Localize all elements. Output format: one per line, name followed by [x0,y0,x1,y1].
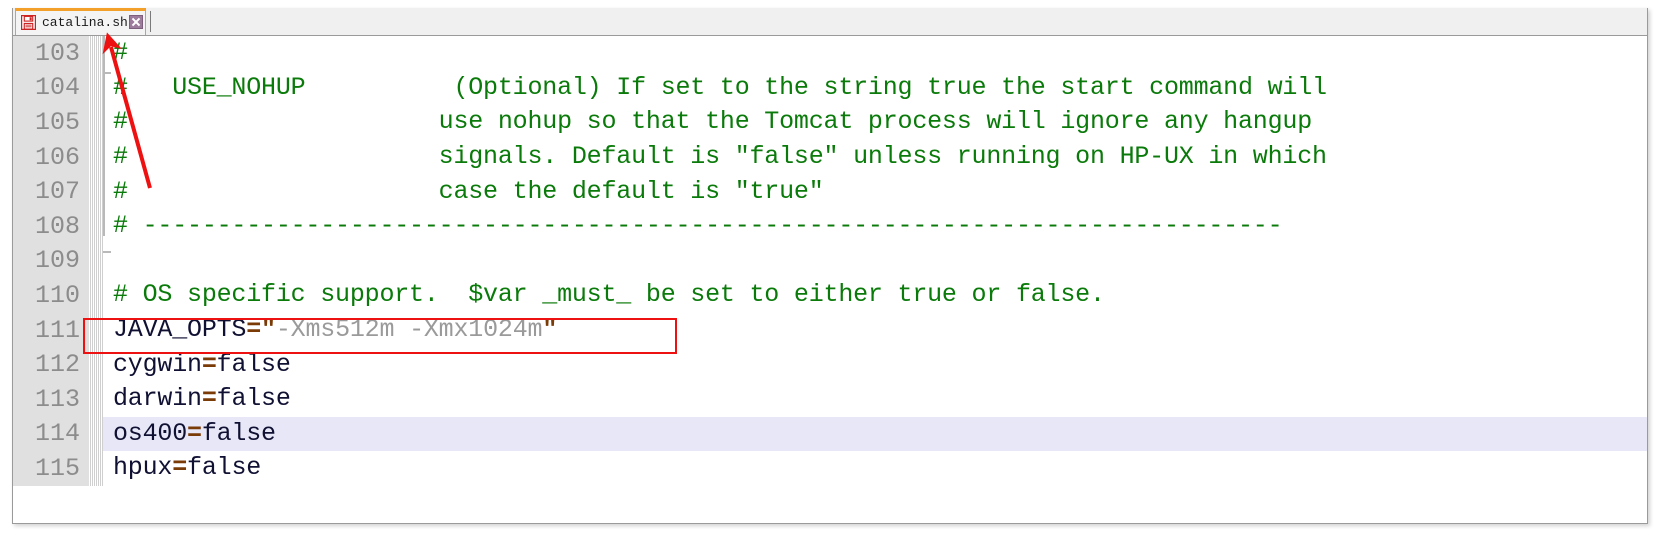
tab-label: catalina.sh [42,14,128,30]
gutter-separator [89,451,103,486]
code-line-text[interactable]: darwin = false [103,382,1647,417]
code-token-op: = [187,418,202,448]
code-fold-cap-bottom [103,251,111,253]
gutter-separator [89,416,103,452]
code-line-text[interactable]: # OS specific support. $var _must_ be se… [103,278,1647,313]
code-line[interactable]: 108 # -----------------------------------… [13,208,1647,244]
gutter-separator [89,70,103,106]
line-number: 108 [13,208,89,244]
code-token-plain: darwin [113,384,202,414]
code-line[interactable]: 104 # USE_NOHUP (Optional) If set to the … [13,70,1647,106]
code-token-comment: # [113,38,128,68]
line-number: 112 [13,347,89,382]
code-area[interactable]: 103 #104 # USE_NOHUP (Optional) If set to … [13,36,1647,523]
gutter-separator [89,105,103,140]
code-line[interactable]: 110 # OS specific support. $var _must_ be… [13,278,1647,313]
code-line-text[interactable]: os400 = false [103,416,1647,452]
gutter-separator [89,174,103,209]
code-token-op: = [201,384,217,414]
line-number: 111 [13,312,89,348]
editor-body[interactable]: 103 #104 # USE_NOHUP (Optional) If set to … [13,36,1647,523]
code-line[interactable]: 113 darwin = false [13,381,1647,417]
line-number: 114 [13,416,89,452]
code-line[interactable]: 106 # signals. Default is "false" unless … [13,139,1647,175]
code-fold-cap-top [103,72,111,74]
code-fold-bar [103,36,105,236]
code-token-plain: os400 [113,418,188,448]
editor-window: catalina.sh 103 #104 # USE_NOHUP (Optional… [12,8,1648,524]
code-line-text[interactable]: # signals. Default is "false" unless run… [103,140,1647,175]
code-token-plain: false [201,418,276,448]
code-line-text[interactable]: # [103,36,1647,71]
code-line[interactable]: 115 hpux = false [13,451,1647,486]
gutter-separator [89,381,103,417]
code-token-op: = [172,453,188,483]
gutter-separator [89,243,103,279]
line-number: 103 [13,36,89,71]
code-token-comment: # use nohup so that the Tomcat process w… [113,107,1312,137]
line-number: 115 [13,451,89,486]
floppy-disk-save-icon [21,14,36,30]
tab-catalina-sh[interactable]: catalina.sh [15,8,146,35]
gutter-separator [89,208,103,244]
code-line-text[interactable]: # --------------------------------------… [103,209,1647,244]
close-x-icon[interactable] [128,15,143,29]
code-line-text[interactable]: # case the default is "true" [103,174,1647,209]
gutter-separator [89,278,103,313]
tab-strip-caret [149,11,151,32]
line-number: 104 [13,70,89,106]
code-line[interactable]: 109 [13,243,1647,279]
code-token-comment: # --------------------------------------… [113,211,1283,241]
code-token-comment: # USE_NOHUP (Optional) If set to the str… [113,72,1327,102]
code-token-plain: hpux [113,453,173,483]
code-line-text[interactable]: hpux = false [103,451,1647,486]
code-token-comment: # case the default is "true" [113,176,824,206]
line-number: 110 [13,278,89,313]
gutter-separator [89,139,103,175]
code-line-text[interactable]: # USE_NOHUP (Optional) If set to the str… [103,71,1647,106]
line-number: 105 [13,105,89,140]
code-token-plain: false [187,453,262,483]
line-number: 109 [13,243,89,279]
code-token-comment: # OS specific support. $var _must_ be se… [113,280,1105,310]
tab-strip: catalina.sh [13,8,1647,36]
gutter-separator [89,36,103,71]
screenshot-root: catalina.sh 103 #104 # USE_NOHUP (Optional… [0,0,1667,555]
line-number: 113 [13,381,89,417]
code-line[interactable]: 114 os400 = false [13,416,1647,452]
code-token-plain: false [216,384,291,414]
line-number: 107 [13,174,89,209]
code-line-text[interactable]: # use nohup so that the Tomcat process w… [103,105,1647,140]
code-line[interactable]: 103 # [13,36,1647,71]
code-line[interactable]: 107 # case the default is "true" [13,174,1647,209]
line-number: 106 [13,139,89,175]
code-line[interactable]: 105 # use nohup so that the Tomcat proces… [13,105,1647,140]
code-token-comment: # signals. Default is "false" unless run… [113,142,1327,172]
code-line-text[interactable] [103,244,1647,279]
red-highlight-box-java-opts [83,318,677,354]
